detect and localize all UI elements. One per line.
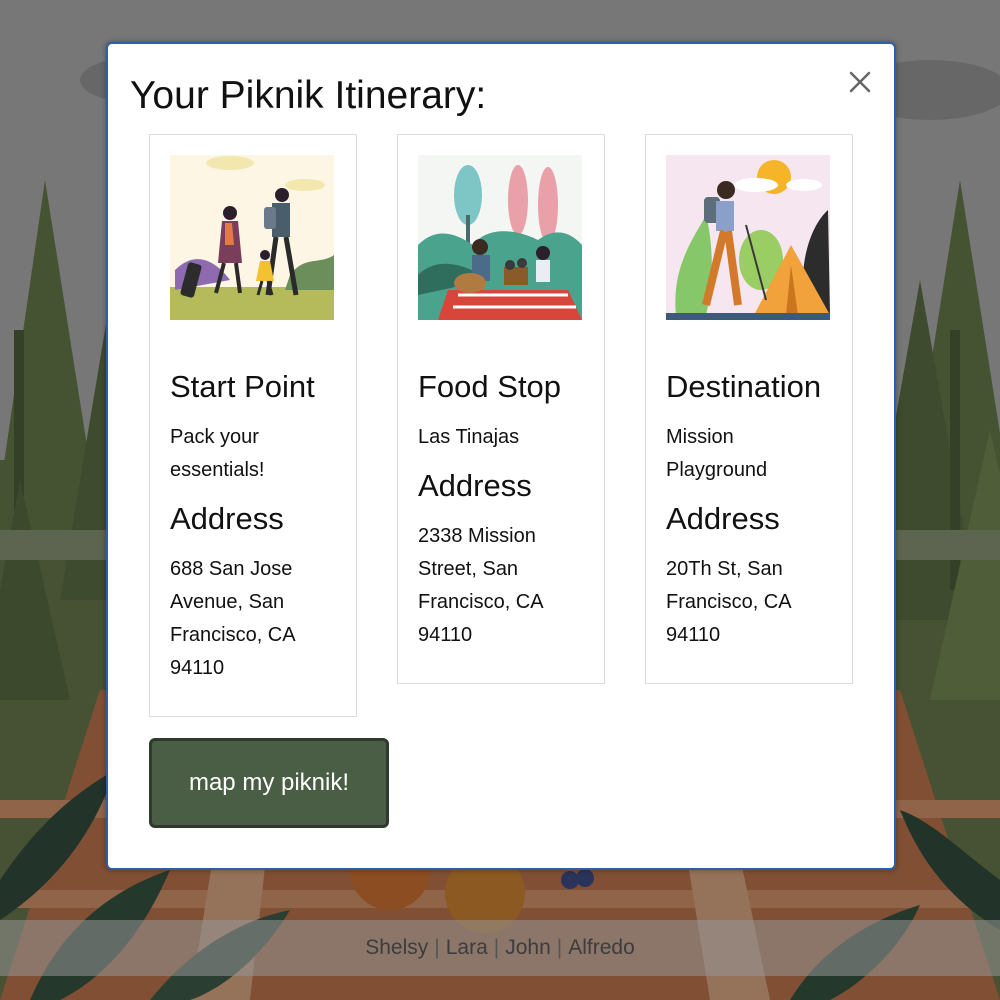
card-description: Pack your essentials! (170, 426, 265, 481)
footer-name: Lara (445, 936, 488, 959)
itinerary-card-food: Food Stop Las Tinajas Address 2338 Missi… (397, 134, 605, 684)
map-my-piknik-button[interactable]: map my piknik! (149, 738, 389, 828)
card-description: Las Tinajas (418, 426, 520, 448)
card-address: 20Th St, San Francisco, CA 94110 (666, 558, 791, 646)
family-walking-illustration (170, 155, 334, 320)
picnic-guitar-illustration (418, 155, 582, 320)
card-heading: Destination (666, 369, 822, 404)
footer-credits: Shelsy | Lara | John | Alfredo (0, 920, 1000, 976)
footer-name: Alfredo (568, 936, 635, 959)
card-heading: Food Stop (418, 369, 562, 404)
card-address-heading: Address (170, 501, 284, 536)
hiker-tent-illustration (666, 155, 830, 320)
card-address-heading: Address (418, 468, 532, 503)
footer-separator: | (434, 936, 440, 959)
card-description: Mission Playground (666, 426, 768, 481)
footer-separator: | (493, 936, 500, 959)
card-heading: Start Point (170, 369, 315, 404)
modal-title: Your Piknik Itinerary: (130, 74, 487, 117)
card-address-heading: Address (666, 501, 780, 536)
card-address: 688 San Jose Avenue, San Francisco, CA 9… (170, 558, 295, 679)
footer-name: Shelsy (365, 936, 429, 959)
itinerary-modal: Your Piknik Itinerary: Start Point Pack … (106, 42, 896, 870)
close-icon (849, 71, 871, 93)
itinerary-card-start: Start Point Pack your essentials! Addres… (149, 134, 357, 717)
card-address: 2338 Mission Street, San Francisco, CA 9… (418, 525, 543, 646)
itinerary-card-destination: Destination Mission Playground Address 2… (645, 134, 853, 684)
close-button[interactable] (842, 64, 878, 100)
footer-name: John (505, 936, 551, 959)
footer-separator: | (556, 936, 563, 959)
